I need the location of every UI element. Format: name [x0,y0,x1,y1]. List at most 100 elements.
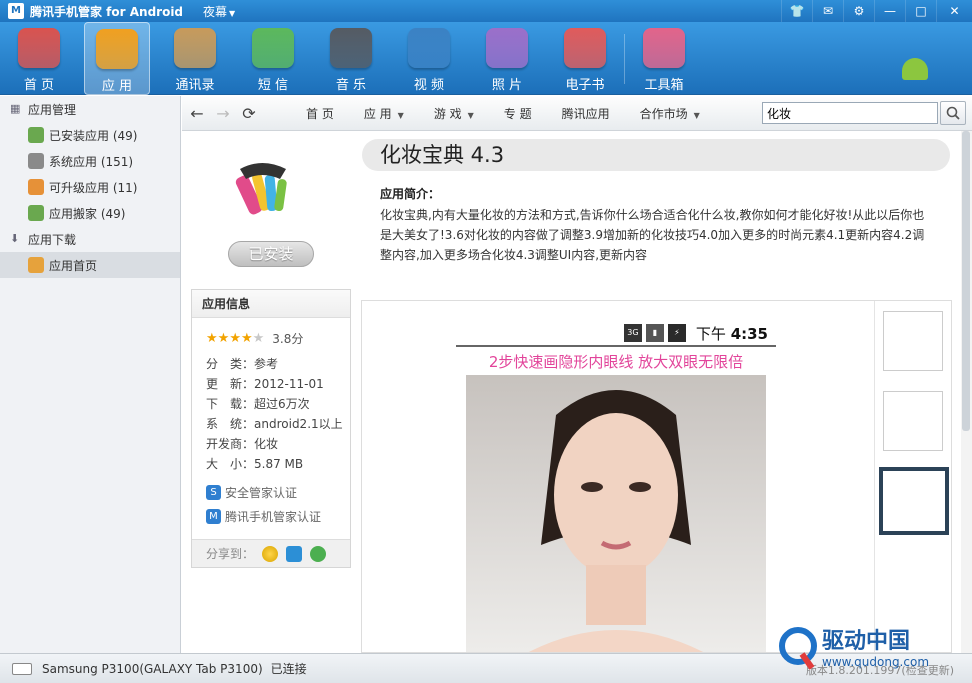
main-toolbar: 首 页 应 用 通讯录 短 信 音 乐 视 频 照 片 电子书 工具箱 [0,22,972,95]
vertical-scrollbar[interactable] [961,131,972,653]
nav-link[interactable]: 游 戏 ▼ [434,105,474,122]
nav-link[interactable]: 腾讯应用 [562,105,610,122]
sidebar-item[interactable]: 已安装应用 (49) [0,122,180,148]
signal-icon: ▮ [645,324,664,342]
search-input[interactable] [762,102,938,124]
nav-link[interactable]: 合作市场 ▼ [640,105,700,122]
nav-link-label: 合作市场 [639,107,688,121]
forward-arrow-icon[interactable]: → [212,104,234,123]
sidebar-item-label: 系统应用 (151) [49,154,134,169]
scrollbar-thumb[interactable] [962,131,970,431]
screenshot-main: 3G ▮ ⚡ 下午 4:35 2步快速画隐形内眼线 放大双眼无限倍 [456,321,776,652]
nav-link-label: 应 用 [363,107,392,121]
feedback-icon[interactable]: ✉ [812,0,843,22]
chevron-down-icon: ▼ [467,111,474,120]
installed-button[interactable]: 已安装 [228,241,314,267]
chevron-down-icon: ▼ [397,111,404,120]
grid-icon: ▦ [10,102,21,115]
app-category-icon [28,257,44,273]
toolbar-item-3[interactable]: 短 信 [234,22,312,95]
info-row: 大 小：5.87 MB [192,454,350,474]
shirt-icon[interactable]: 👕 [781,0,812,22]
info-value: 2012-11-01 [254,377,324,391]
nav-link[interactable]: 专 题 [504,105,532,122]
clover-icon[interactable] [310,545,327,562]
gear-icon[interactable]: ⚙ [843,0,874,22]
sidebar-item[interactable]: 可升级应用 (11) [0,174,180,200]
toolbar-item-0[interactable]: 首 页 [0,22,78,95]
info-label: 大 小： [206,457,255,471]
toolbar-item-4[interactable]: 音 乐 [312,22,390,95]
toolbar-item-label: 音 乐 [335,78,367,93]
app-category-icon [28,179,44,195]
phone-status-bar: 3G ▮ ⚡ 下午 4:35 [456,321,776,347]
nav-link[interactable]: 应 用 ▼ [364,105,404,122]
sidebar-item[interactable]: 应用首页 [0,252,180,278]
screenshot-thumb[interactable] [883,311,943,371]
nav-link-label: 首 页 [306,107,334,121]
music-icon [330,28,372,68]
toolbar-item-label: 工具箱 [644,78,684,93]
app-icon [235,163,287,215]
screenshot-thumb[interactable] [883,391,943,451]
star-icon: ★ [217,330,230,346]
star-icon: ★ [229,330,241,346]
info-label: 下 载： [206,397,255,411]
certification-label: 腾讯手机管家认证 [225,509,322,524]
app-category-icon [28,127,44,143]
chevron-down-icon: ▼ [693,111,700,120]
app-logo-icon: M [8,3,24,19]
toolbar-item-6[interactable]: 照 片 [468,22,546,95]
sidebar-group-download[interactable]: ⬇ 应用下载 [0,226,180,252]
back-arrow-icon[interactable]: ← [186,104,208,123]
certification-label: 安全管家认证 [225,485,298,500]
qzone-star-icon[interactable] [262,545,279,562]
rating-value: 3.8分 [272,331,304,346]
nav-bar: ← → ⟳ 首 页 应 用 ▼ 游 戏 ▼ 专 题 腾讯应用 合作市场 ▼ [182,97,972,131]
photo-icon [486,28,528,68]
sidebar-item[interactable]: 系统应用 (151) [0,148,180,174]
model-portrait-image [466,375,766,652]
toolbar-item-1[interactable]: 应 用 [84,22,150,95]
shield-s-icon: S [206,484,221,500]
shield-m-icon: M [206,508,221,524]
toolbar-item-label: 短 信 [257,78,289,93]
toolbar-item-8[interactable]: 工具箱 [625,22,703,95]
watermark-url: www.qudong.com [822,655,929,669]
sidebar-group-app-manage[interactable]: ▦ 应用管理 [0,96,180,122]
info-row: 开发商：化妆 [192,434,350,454]
skin-label: 夜幕 [203,4,228,19]
app-category-icon [28,153,44,169]
sidebar-item[interactable]: 应用搬家 (49) [0,200,180,226]
sidebar-item-label: 应用首页 [49,258,98,273]
pengyou-icon[interactable] [286,545,303,562]
skin-selector[interactable]: 夜幕 ▼ [203,3,235,20]
screenshot-caption: 2步快速画隐形内眼线 放大双眼无限倍 [488,353,744,371]
nav-link[interactable]: 首 页 [306,105,334,122]
maximize-button[interactable]: □ [905,0,936,22]
toolbar-item-2[interactable]: 通讯录 [156,22,234,95]
info-value: 参考 [254,357,279,371]
sms-icon [252,28,294,68]
toolbar-item-label: 照 片 [491,78,523,93]
close-button[interactable]: ✕ [936,0,972,22]
certification: S 安全管家认证 [192,480,350,504]
toolbar-item-7[interactable]: 电子书 [546,22,624,95]
share-label: 分享到： [206,547,255,561]
screenshot-thumb-selected[interactable] [879,467,949,535]
contacts-icon [174,28,216,68]
download-icon: ⬇ [10,232,20,245]
toolbar-item-5[interactable]: 视 频 [390,22,468,95]
refresh-icon[interactable]: ⟳ [238,104,260,123]
phone-time: 下午 4:35 [695,324,768,343]
chevron-down-icon: ▼ [229,8,236,18]
rating: ★★★★★ 3.8分 [192,330,350,346]
app-title: 腾讯手机管家 for Android [30,4,184,19]
toolbar-item-label: 应 用 [101,79,133,94]
title-bar: M 腾讯手机管家 for Android 夜幕 ▼ 👕 ✉ ⚙ — □ ✕ [0,0,972,22]
search-button[interactable] [940,101,966,125]
certification: M 腾讯手机管家认证 [192,504,350,528]
minimize-button[interactable]: — [874,0,905,22]
watermark-logo: 驱动中国 www.qudong.com [779,627,929,670]
app-info-box: 应用信息 ★★★★★ 3.8分 分 类：参考更 新：2012-11-01 下 载：… [191,289,351,568]
